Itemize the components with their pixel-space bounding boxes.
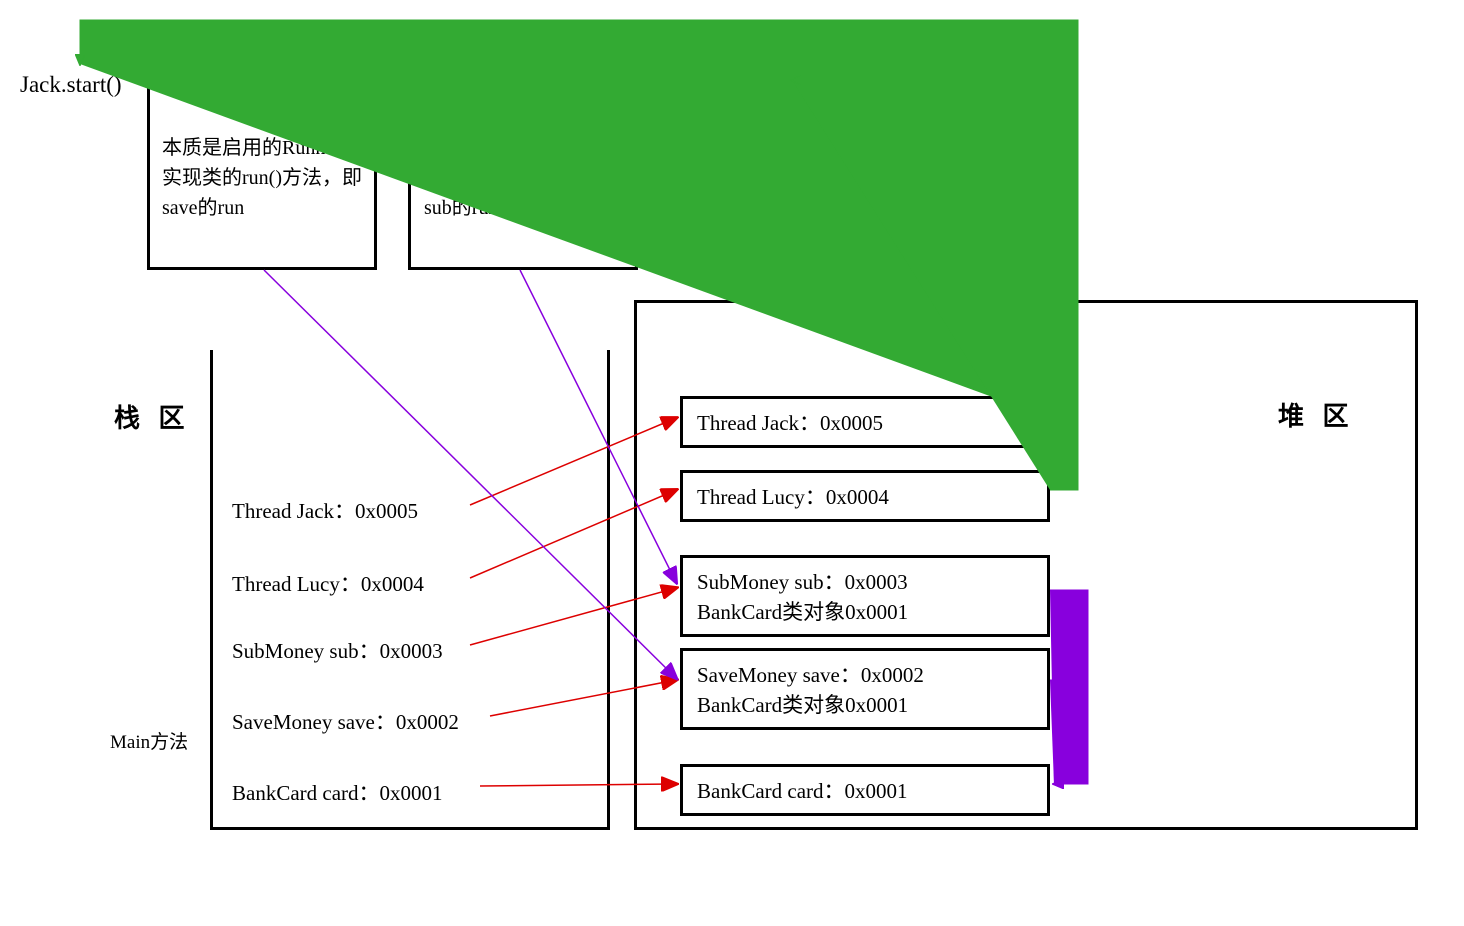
save-run-text: 本质是启用的Runnalbe实现类的run()方法，即save的run xyxy=(162,133,362,223)
heap-lucy-text: Thread Lucy：0x0004 xyxy=(697,485,889,509)
stack-item-jack: Thread Jack：0x0005 xyxy=(232,495,418,525)
heap-save-line2: BankCard类对象0x0001 xyxy=(697,693,908,717)
heap-save-line1: SaveMoney save：0x0002 xyxy=(697,663,924,687)
heap-jack-text: Thread Jack：0x0005 xyxy=(697,411,883,435)
heap-card-text: BankCard card：0x0001 xyxy=(697,779,908,803)
heap-item-card: BankCard card：0x0001 xyxy=(680,764,1050,816)
stack-item-sub: SubMoney sub：0x0003 xyxy=(232,635,443,665)
lucy-start-label: Lucy.start() xyxy=(646,70,752,96)
heap-item-lucy: Thread Lucy：0x0004 xyxy=(680,470,1050,522)
sub-run-text: 本质是启用的Runnalbe实现类的run()方法，即sub的run xyxy=(424,133,624,223)
stack-area-label: 栈 区 xyxy=(114,398,191,435)
heap-item-jack: Thread Jack：0x0005 xyxy=(680,396,1050,448)
main-method-label: Main方法 xyxy=(110,727,188,754)
heap-item-save: SaveMoney save：0x0002 BankCard类对象0x0001 xyxy=(680,648,1050,730)
heap-sub-line2: BankCard类对象0x0001 xyxy=(697,600,908,624)
stack-item-save: SaveMoney save：0x0002 xyxy=(232,706,459,736)
stack-item-lucy: Thread Lucy：0x0004 xyxy=(232,568,424,598)
stack-item-card: BankCard card：0x0001 xyxy=(232,777,443,807)
jack-start-label: Jack.start() xyxy=(20,72,122,98)
heap-item-sub: SubMoney sub：0x0003 BankCard类对象0x0001 xyxy=(680,555,1050,637)
heap-sub-line1: SubMoney sub：0x0003 xyxy=(697,570,908,594)
